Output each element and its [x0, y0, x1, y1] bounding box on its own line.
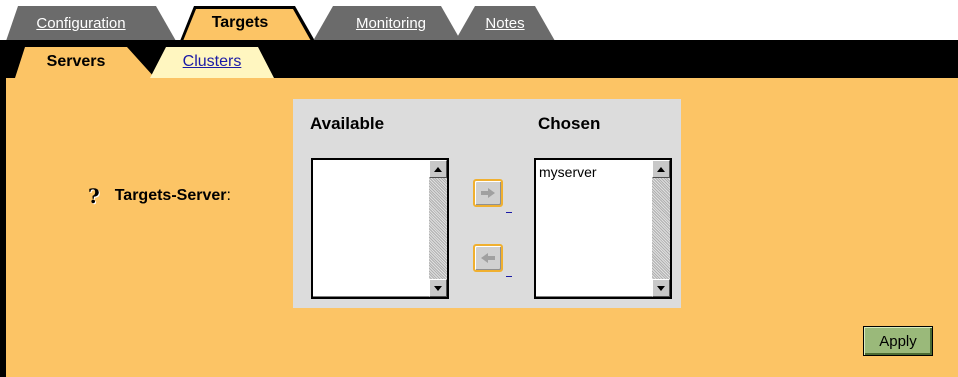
arrow-right-icon	[481, 188, 495, 198]
targets-server-field-label: ? Targets-Server:	[88, 184, 231, 208]
move-left-link[interactable]	[506, 276, 512, 277]
move-left-button[interactable]	[473, 244, 503, 272]
tab-configuration-label[interactable]: Configuration	[6, 15, 156, 32]
scroll-down-button[interactable]	[429, 279, 447, 297]
content-panel: ? Targets-Server: Available Chosen myser…	[6, 78, 958, 377]
scroll-down-button[interactable]	[652, 279, 670, 297]
top-tab-bar: Configuration Targets Monitoring Notes	[0, 0, 958, 41]
arrow-left-icon	[481, 253, 495, 263]
scroll-up-button[interactable]	[652, 160, 670, 178]
list-item[interactable]: myserver	[539, 164, 597, 180]
subtab-servers[interactable]: Servers	[15, 47, 155, 78]
tab-notes-label[interactable]: Notes	[455, 15, 555, 32]
chevron-down-icon	[434, 285, 442, 291]
chevron-up-icon	[434, 166, 442, 172]
move-right-button[interactable]	[473, 179, 503, 207]
tab-targets[interactable]: Targets	[180, 6, 315, 41]
help-icon[interactable]: ?	[88, 184, 100, 208]
chosen-heading: Chosen	[538, 114, 601, 133]
available-scrollbar[interactable]	[429, 160, 447, 297]
available-listbox[interactable]	[311, 158, 449, 299]
apply-button[interactable]: Apply	[863, 326, 933, 356]
subtab-clusters[interactable]: Clusters	[150, 47, 274, 78]
tab-notes[interactable]: Notes	[455, 6, 565, 41]
chosen-scrollbar[interactable]	[652, 160, 670, 297]
tab-configuration[interactable]: Configuration	[6, 6, 176, 41]
field-label-text: Targets-Server	[114, 187, 227, 204]
move-right-link[interactable]	[506, 212, 512, 213]
tab-targets-label: Targets	[211, 14, 269, 31]
available-heading: Available	[310, 114, 385, 133]
field-label-colon: :	[226, 187, 231, 204]
scroll-up-button[interactable]	[429, 160, 447, 178]
chevron-up-icon	[657, 166, 665, 172]
subtab-clusters-label[interactable]: Clusters	[150, 53, 274, 71]
chosen-items: myserver	[539, 164, 597, 180]
tab-monitoring[interactable]: Monitoring	[313, 6, 463, 41]
target-chooser: Available Chosen myserver	[293, 99, 681, 308]
chosen-listbox[interactable]: myserver	[534, 158, 672, 299]
chevron-down-icon	[657, 285, 665, 291]
tab-monitoring-label[interactable]: Monitoring	[321, 15, 461, 32]
subtab-servers-label: Servers	[46, 53, 106, 70]
